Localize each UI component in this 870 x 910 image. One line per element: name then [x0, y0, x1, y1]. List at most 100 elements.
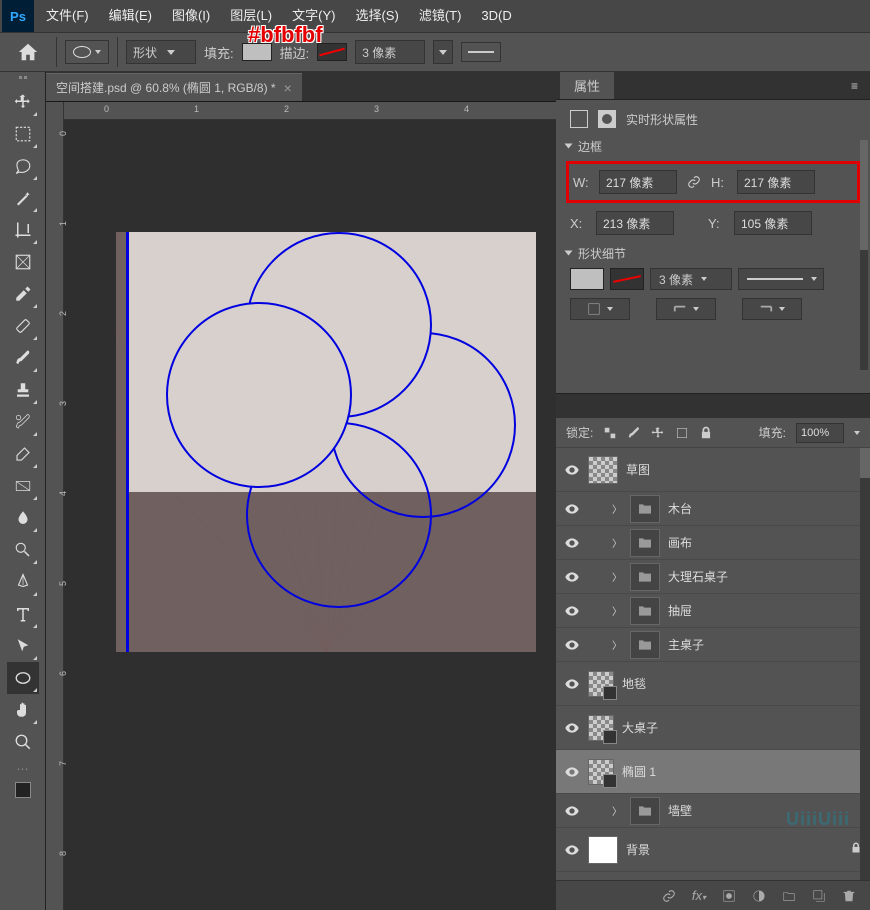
- chevron-right-icon[interactable]: 〉: [612, 637, 622, 652]
- foreground-color[interactable]: [7, 774, 39, 806]
- visibility-toggle[interactable]: [564, 803, 580, 819]
- type-tool[interactable]: [7, 598, 39, 630]
- stroke-width-dropdown[interactable]: [433, 40, 453, 64]
- menu-select[interactable]: 选择(S): [345, 0, 408, 32]
- fill-dropdown-icon[interactable]: [854, 431, 860, 435]
- align-btn-2[interactable]: [656, 298, 716, 320]
- chevron-right-icon[interactable]: 〉: [612, 603, 622, 618]
- layer-name[interactable]: 大桌子: [622, 719, 658, 736]
- lock-brush-icon[interactable]: [627, 426, 641, 440]
- ruler-vertical[interactable]: 0 1 2 3 4 5 6 7 8: [46, 102, 64, 910]
- close-tab-icon[interactable]: ×: [284, 80, 292, 96]
- layer-row[interactable]: 大桌子: [556, 706, 870, 750]
- layer-name[interactable]: 抽屉: [668, 602, 692, 619]
- layers-scrollbar[interactable]: [860, 448, 870, 880]
- layer-name[interactable]: 背景: [626, 841, 650, 858]
- gradient-tool[interactable]: [7, 470, 39, 502]
- layer-name[interactable]: 地毯: [622, 675, 646, 692]
- align-btn-1[interactable]: [570, 298, 630, 320]
- stroke-style-selector[interactable]: [461, 42, 501, 62]
- fx-icon[interactable]: fx▾: [692, 888, 706, 903]
- tool-mode-dropdown[interactable]: 形状: [126, 40, 196, 64]
- visibility-toggle[interactable]: [564, 720, 580, 736]
- layer-row[interactable]: 背景: [556, 828, 870, 872]
- mask-icon[interactable]: [722, 889, 736, 903]
- trash-icon[interactable]: [842, 889, 856, 903]
- section-detail[interactable]: 形状细节: [570, 245, 856, 262]
- magic-wand-tool[interactable]: [7, 182, 39, 214]
- layer-name[interactable]: 主桌子: [668, 636, 704, 653]
- chevron-right-icon[interactable]: 〉: [612, 803, 622, 818]
- layer-name[interactable]: 墙壁: [668, 802, 692, 819]
- panel-menu-icon[interactable]: ≡: [843, 79, 866, 93]
- zoom-tool[interactable]: [7, 726, 39, 758]
- history-brush-tool[interactable]: [7, 406, 39, 438]
- layer-name[interactable]: 画布: [668, 534, 692, 551]
- chevron-right-icon[interactable]: 〉: [612, 535, 622, 550]
- menu-3d[interactable]: 3D(D: [471, 0, 521, 32]
- chevron-right-icon[interactable]: 〉: [612, 501, 622, 516]
- chevron-right-icon[interactable]: 〉: [612, 569, 622, 584]
- adjustment-icon[interactable]: [752, 889, 766, 903]
- layer-row[interactable]: 〉 大理石桌子: [556, 560, 870, 594]
- marquee-tool[interactable]: [7, 118, 39, 150]
- height-input[interactable]: [737, 170, 815, 194]
- hand-tool[interactable]: [7, 694, 39, 726]
- lock-all-icon[interactable]: [699, 426, 713, 440]
- crop-tool[interactable]: [7, 214, 39, 246]
- x-input[interactable]: [596, 211, 674, 235]
- canvas-area[interactable]: 0 1 2 3 4 5 6 7 8 0 1 2 3 4: [46, 102, 556, 910]
- layer-name[interactable]: 木台: [668, 500, 692, 517]
- dodge-tool[interactable]: [7, 534, 39, 566]
- lock-artboard-icon[interactable]: [675, 426, 689, 440]
- menu-edit[interactable]: 编辑(E): [99, 0, 162, 32]
- visibility-toggle[interactable]: [564, 501, 580, 517]
- blur-tool[interactable]: [7, 502, 39, 534]
- fill-opacity-input[interactable]: [796, 423, 844, 443]
- visibility-toggle[interactable]: [564, 569, 580, 585]
- layer-row[interactable]: 草图: [556, 448, 870, 492]
- stroke-width-input[interactable]: 3 像素: [355, 40, 425, 64]
- menu-image[interactable]: 图像(I): [162, 0, 220, 32]
- layer-name[interactable]: 椭圆 1: [622, 763, 656, 780]
- visibility-toggle[interactable]: [564, 676, 580, 692]
- shape-preset-selector[interactable]: [65, 40, 109, 64]
- detail-stroke-style[interactable]: [738, 268, 824, 290]
- lock-transparency-icon[interactable]: [603, 426, 617, 440]
- layer-row[interactable]: 椭圆 1: [556, 750, 870, 794]
- y-input[interactable]: [734, 211, 812, 235]
- ellipse-tool[interactable]: [7, 662, 39, 694]
- stamp-tool[interactable]: [7, 374, 39, 406]
- eyedropper-tool[interactable]: [7, 278, 39, 310]
- visibility-toggle[interactable]: [564, 637, 580, 653]
- ruler-horizontal[interactable]: 0 1 2 3 4: [64, 102, 556, 120]
- toolbox-grip[interactable]: [0, 76, 45, 84]
- properties-tab[interactable]: 属性: [560, 72, 614, 99]
- brush-tool[interactable]: [7, 342, 39, 374]
- eraser-tool[interactable]: [7, 438, 39, 470]
- visibility-toggle[interactable]: [564, 764, 580, 780]
- new-layer-icon[interactable]: [812, 889, 826, 903]
- visibility-toggle[interactable]: [564, 462, 580, 478]
- frame-tool[interactable]: [7, 246, 39, 278]
- section-frame[interactable]: 边框: [570, 138, 856, 155]
- layer-row[interactable]: 〉 抽屉: [556, 594, 870, 628]
- width-input[interactable]: [599, 170, 677, 194]
- layer-row[interactable]: 〉 画布: [556, 526, 870, 560]
- detail-stroke-width[interactable]: 3 像素: [650, 268, 732, 290]
- align-btn-3[interactable]: [742, 298, 802, 320]
- menu-file[interactable]: 文件(F): [36, 0, 99, 32]
- home-button[interactable]: [8, 36, 48, 68]
- path-select-tool[interactable]: [7, 630, 39, 662]
- pen-tool[interactable]: [7, 566, 39, 598]
- layer-name[interactable]: 大理石桌子: [668, 568, 728, 585]
- move-tool[interactable]: [7, 86, 39, 118]
- layer-name[interactable]: 草图: [626, 461, 650, 478]
- layer-row[interactable]: 〉 木台: [556, 492, 870, 526]
- detail-fill-swatch[interactable]: [570, 268, 604, 290]
- visibility-toggle[interactable]: [564, 535, 580, 551]
- lock-move-icon[interactable]: [651, 426, 665, 440]
- document-tab[interactable]: 空间搭建.psd @ 60.8% (椭圆 1, RGB/8) * ×: [46, 73, 302, 101]
- visibility-toggle[interactable]: [564, 603, 580, 619]
- visibility-toggle[interactable]: [564, 842, 580, 858]
